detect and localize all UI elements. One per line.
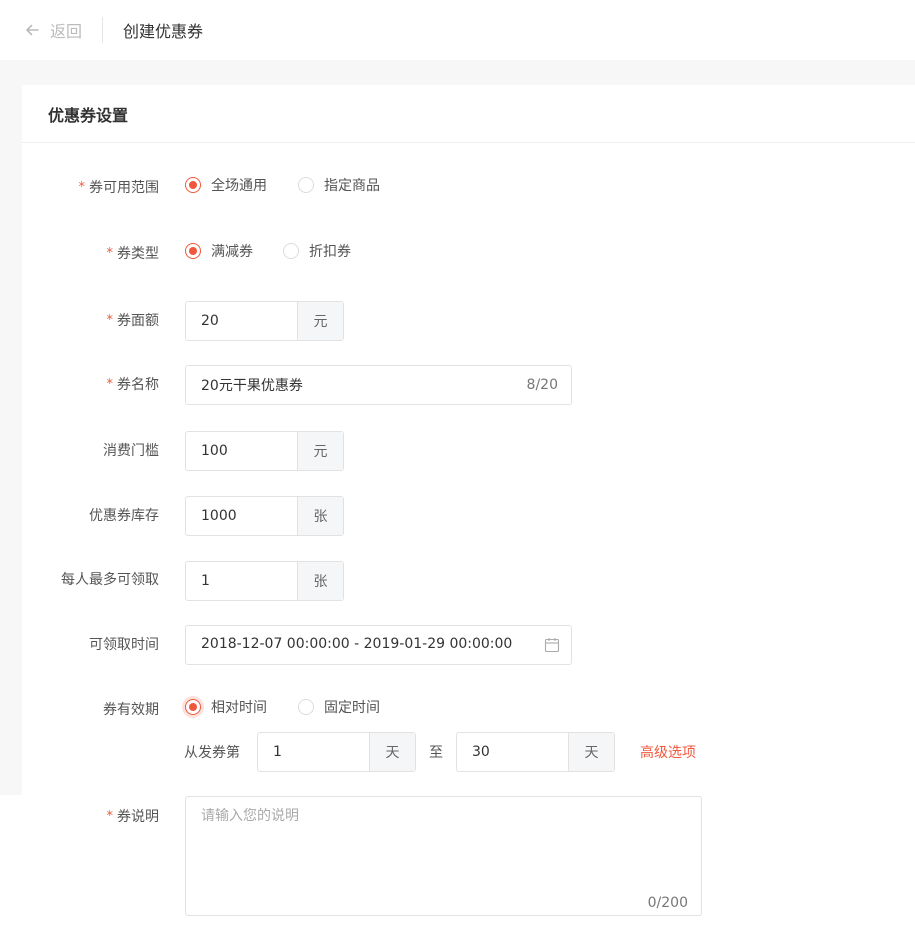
- calendar-icon[interactable]: [544, 637, 560, 653]
- stock-input[interactable]: [186, 497, 297, 535]
- scope-radio-all[interactable]: 全场通用: [185, 175, 267, 195]
- scope-radio-group: 全场通用 指定商品: [185, 175, 410, 195]
- scope-radio-products[interactable]: 指定商品: [298, 175, 380, 195]
- claim-time-picker[interactable]: 2018-12-07 00:00:00 - 2019-01-29 00:00:0…: [185, 625, 572, 665]
- coupon-type-radio-full-reduction[interactable]: 满减券: [185, 241, 253, 261]
- top-bar: 返回 创建优惠券: [0, 0, 915, 60]
- validity-radio-relative[interactable]: 相对时间: [185, 697, 267, 717]
- coupon-name-label: * 券名称: [106, 376, 160, 394]
- per-user-limit-label: 每人最多可领取: [61, 572, 159, 588]
- validity-end-input[interactable]: [457, 733, 568, 771]
- stock-group: 张: [185, 496, 344, 536]
- validity-label: 券有效期: [103, 702, 159, 718]
- radio-unchecked-icon: [298, 699, 314, 715]
- threshold-unit: 元: [297, 432, 343, 470]
- validity-end-unit: 天: [568, 733, 614, 771]
- radio-unchecked-icon: [283, 243, 299, 259]
- required-mark: *: [106, 312, 114, 328]
- validity-radio-group: 相对时间 固定时间: [185, 697, 410, 717]
- claim-time-value: 2018-12-07 00:00:00 - 2019-01-29 00:00:0…: [201, 636, 513, 652]
- validity-start-group: 天: [257, 732, 416, 772]
- per-user-limit-group: 张: [185, 561, 344, 601]
- radio-unchecked-icon: [298, 177, 314, 193]
- back-label: 返回: [50, 22, 83, 41]
- radio-checked-icon: [185, 243, 201, 259]
- required-mark: *: [106, 376, 114, 392]
- description-field: 0/200: [185, 796, 702, 916]
- per-user-limit-unit: 张: [297, 562, 343, 600]
- validity-end-group: 天: [456, 732, 615, 772]
- validity-radio-fixed[interactable]: 固定时间: [298, 697, 380, 717]
- description-label: * 券说明: [106, 808, 160, 826]
- page-title: 创建优惠券: [123, 22, 204, 41]
- claim-time-label: 可领取时间: [89, 637, 159, 653]
- per-user-limit-input[interactable]: [186, 562, 297, 600]
- header-divider: [102, 17, 104, 43]
- coupon-type-radio-group: 满减券 折扣券: [185, 241, 381, 261]
- threshold-input[interactable]: [186, 432, 297, 470]
- back-link[interactable]: 返回: [24, 18, 82, 42]
- arrow-left-icon: [26, 24, 39, 36]
- face-value-unit: 元: [297, 302, 343, 340]
- coupon-name-counter: 8/20: [526, 377, 558, 393]
- scope-label: * 券可用范围: [78, 179, 160, 197]
- threshold-group: 元: [185, 431, 344, 471]
- coupon-type-radio-discount[interactable]: 折扣券: [283, 241, 351, 261]
- face-value-input[interactable]: [186, 302, 297, 340]
- validity-start-unit: 天: [369, 733, 415, 771]
- face-value-group: 元: [185, 301, 344, 341]
- face-value-label: * 券面额: [106, 312, 160, 330]
- radio-checked-icon: [185, 177, 201, 193]
- required-mark: *: [106, 808, 114, 824]
- validity-start-input[interactable]: [258, 733, 369, 771]
- required-mark: *: [78, 179, 86, 195]
- card-title: 优惠券设置: [22, 85, 915, 143]
- validity-to-label: 至: [429, 745, 443, 761]
- description-textarea[interactable]: [186, 797, 701, 887]
- radio-checked-icon: [185, 699, 201, 715]
- threshold-label: 消费门槛: [103, 443, 159, 459]
- required-mark: *: [106, 245, 114, 261]
- stock-unit: 张: [297, 497, 343, 535]
- advanced-options-link[interactable]: 高级选项: [640, 742, 696, 762]
- description-counter: 0/200: [647, 895, 688, 911]
- validity-from-label: 从发券第: [184, 745, 240, 761]
- coupon-name-input[interactable]: [186, 366, 506, 404]
- stock-label: 优惠券库存: [89, 508, 159, 524]
- coupon-name-field: 8/20: [185, 365, 572, 405]
- coupon-type-label: * 券类型: [106, 245, 160, 263]
